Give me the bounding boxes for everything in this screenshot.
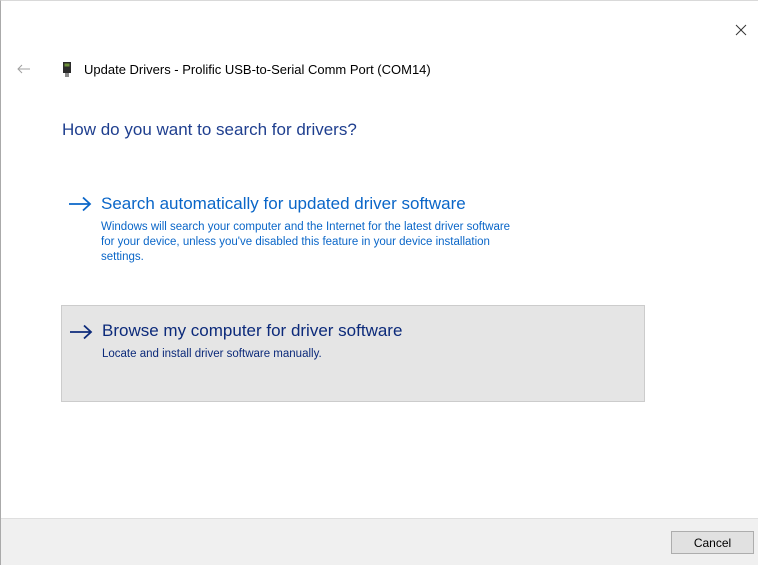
- arrow-right-icon: [69, 196, 92, 212]
- update-drivers-dialog: Update Drivers - Prolific USB-to-Serial …: [0, 0, 758, 565]
- cancel-button[interactable]: Cancel: [671, 531, 754, 554]
- search-automatically-option[interactable]: Search automatically for updated driver …: [61, 189, 645, 289]
- close-button[interactable]: [724, 15, 758, 45]
- browse-computer-option[interactable]: Browse my computer for driver software L…: [61, 305, 645, 402]
- dialog-header: Update Drivers - Prolific USB-to-Serial …: [61, 60, 431, 78]
- back-arrow-icon: [17, 64, 30, 74]
- close-icon: [735, 24, 747, 36]
- page-heading: How do you want to search for drivers?: [62, 120, 357, 139]
- dialog-footer: Cancel: [1, 518, 758, 565]
- arrow-right-icon: [70, 324, 93, 340]
- search-automatically-description: Windows will search your computer and th…: [101, 221, 511, 263]
- usb-device-icon: [61, 61, 73, 77]
- browse-computer-title: Browse my computer for driver software: [102, 321, 403, 340]
- back-button[interactable]: [13, 59, 35, 79]
- dialog-title: Update Drivers - Prolific USB-to-Serial …: [84, 61, 431, 77]
- search-automatically-title: Search automatically for updated driver …: [101, 194, 466, 213]
- browse-computer-description: Locate and install driver software manua…: [102, 348, 322, 360]
